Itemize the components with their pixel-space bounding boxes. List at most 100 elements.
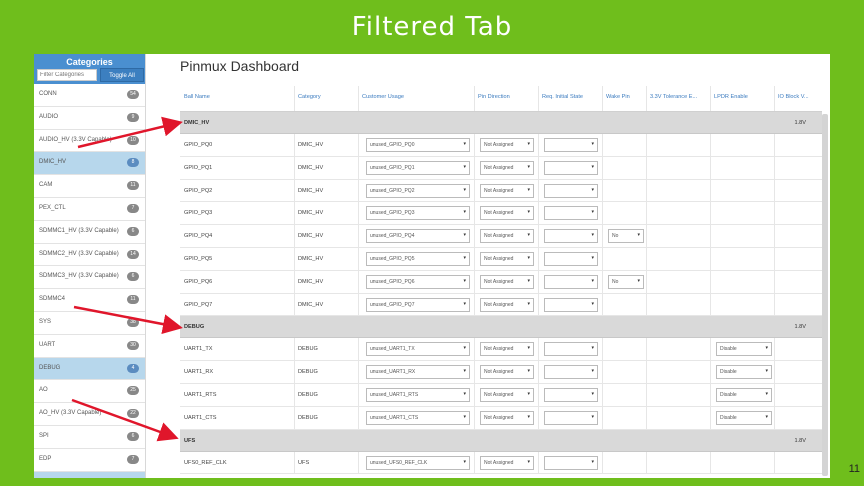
caret-down-icon: ▾ [765,413,768,420]
pin-direction-select[interactable]: Not Assigned ▾ [480,274,534,289]
pin-direction-select[interactable]: Not Assigned ▾ [480,160,534,175]
pin-direction-select-value: Not Assigned [484,414,514,421]
group-name: DMIC_HV [184,120,210,126]
initial-state-select[interactable]: ▾ [544,387,598,402]
pin-direction-select-value: Not Assigned [484,369,514,376]
customer-usage-select[interactable]: unused_GPIO_PQ4 ▾ [366,229,470,244]
sidebar-item[interactable]: DEBUG 4 [34,357,145,381]
customer-usage-select-value: unused_GPIO_PQ1 [370,164,415,171]
category-cell: DEBUG [298,369,318,376]
sidebar-item[interactable]: AO 25 [34,380,145,404]
initial-state-select[interactable]: ▾ [544,455,598,470]
customer-usage-select[interactable]: unused_UART1_CTS ▾ [366,410,470,425]
pin-direction-select[interactable]: Not Assigned ▾ [480,455,534,470]
customer-usage-select[interactable]: unused_GPIO_PQ7 ▾ [366,297,470,312]
ball-name-cell: GPIO_PQ7 [184,301,213,308]
sidebar-header: Categories Toggle All [34,54,145,84]
column-header[interactable]: 3.3V Tolerance E... [650,94,697,100]
pin-direction-select[interactable]: Not Assigned ▾ [480,365,534,380]
sidebar-item[interactable]: DMIC_HV 8 [34,152,145,176]
sidebar-item-label: CAM [39,182,53,189]
customer-usage-select[interactable]: unused_GPIO_PQ2 ▾ [366,183,470,198]
lpdr-enable-select[interactable]: Disable ▾ [716,387,772,402]
pin-direction-select-value: Not Assigned [484,391,514,398]
category-cell: DMIC_HV [298,210,324,217]
pin-direction-select[interactable]: Not Assigned ▾ [480,138,534,152]
customer-usage-select[interactable]: unused_GPIO_PQ0 ▾ [366,138,470,152]
initial-state-select[interactable]: ▾ [544,365,598,380]
column-header[interactable]: Category [298,94,321,100]
wake-pin-select[interactable]: No ▾ [608,229,644,244]
lpdr-enable-select[interactable]: Disable ▾ [716,410,772,425]
sidebar-item[interactable]: PEX_CTL 7 [34,197,145,221]
customer-usage-select[interactable]: unused_GPIO_PQ1 ▾ [366,160,470,175]
wake-pin-select[interactable]: No ▾ [608,274,644,289]
caret-down-icon: ▾ [463,232,466,239]
customer-usage-select[interactable]: unused_UART1_RX ▾ [366,365,470,380]
sidebar-item[interactable]: SDMMC2_HV (3.3V Capable) 14 [34,243,145,267]
customer-usage-select[interactable]: unused_GPIO_PQ5 ▾ [366,251,470,266]
initial-state-select[interactable]: ▾ [544,297,598,312]
initial-state-select[interactable]: ▾ [544,342,598,357]
main-panel: Pinmux Dashboard Ball Name Category Custom… [146,54,830,478]
count-badge: 22 [127,409,139,419]
count-badge: 11 [127,295,139,305]
sidebar-item[interactable]: SDMMC3_HV (3.3V Capable) 6 [34,266,145,290]
pin-direction-select[interactable]: Not Assigned ▾ [480,410,534,425]
category-cell: UFS [298,459,310,466]
sidebar-item[interactable]: AUDIO_HV (3.3V Capable) 10 [34,129,145,153]
pin-direction-select[interactable]: Not Assigned ▾ [480,206,534,221]
column-header[interactable]: Pin Direction [478,94,510,100]
customer-usage-select[interactable]: unused_GPIO_PQ3 ▾ [366,206,470,221]
pin-direction-select[interactable]: Not Assigned ▾ [480,342,534,357]
sidebar-item[interactable]: CONN 54 [34,84,145,107]
sidebar-item[interactable]: SPI 6 [34,425,145,449]
caret-down-icon: ▾ [463,300,466,307]
sidebar-item[interactable]: SDMMC4 11 [34,289,145,312]
sidebar-item[interactable]: UFS1 [34,471,145,478]
column-header[interactable]: Ball Name [184,94,210,100]
column-header[interactable]: IO Block V... [778,94,809,100]
sidebar-item[interactable]: CAM 11 [34,175,145,198]
ball-name-cell: UART1_RTS [184,391,217,398]
initial-state-select[interactable]: ▾ [544,251,598,266]
initial-state-select[interactable]: ▾ [544,138,598,152]
initial-state-select[interactable]: ▾ [544,274,598,289]
filter-categories-input[interactable] [37,69,97,81]
column-header[interactable]: LPDR Enable [714,94,748,100]
customer-usage-select[interactable]: unused_UART1_TX ▾ [366,342,470,357]
sidebar-item[interactable]: AO_HV (3.3V Capable) 22 [34,403,145,426]
pin-direction-select[interactable]: Not Assigned ▾ [480,229,534,244]
pin-direction-select[interactable]: Not Assigned ▾ [480,183,534,198]
column-header[interactable]: Req. Initial State [542,94,583,100]
customer-usage-select[interactable]: unused_UFS0_REF_CLK ▾ [366,455,470,470]
sidebar-item[interactable]: UART 30 [34,334,145,358]
initial-state-select[interactable]: ▾ [544,206,598,221]
sidebar-item-label: AO_HV (3.3V Capable) [39,410,102,417]
sidebar-item[interactable]: SDMMC1_HV (3.3V Capable) 6 [34,220,145,244]
initial-state-select[interactable]: ▾ [544,183,598,198]
customer-usage-select[interactable]: unused_UART1_RTS ▾ [366,387,470,402]
lpdr-enable-select[interactable]: Disable ▾ [716,342,772,357]
table-scrollbar[interactable] [822,114,828,476]
pin-direction-select[interactable]: Not Assigned ▾ [480,251,534,266]
lpdr-enable-select[interactable]: Disable ▾ [716,365,772,380]
column-header[interactable]: Wake Pin [606,94,630,100]
initial-state-select[interactable]: ▾ [544,229,598,244]
customer-usage-select[interactable]: unused_GPIO_PQ6 ▾ [366,274,470,289]
initial-state-select[interactable]: ▾ [544,160,598,175]
initial-state-select[interactable]: ▾ [544,410,598,425]
pin-direction-select[interactable]: Not Assigned ▾ [480,297,534,312]
sidebar-item[interactable]: SYS 38 [34,311,145,335]
caret-down-icon: ▾ [591,232,594,239]
column-header[interactable]: Customer Usage [362,94,404,100]
count-badge: 6 [127,272,139,282]
pin-direction-select[interactable]: Not Assigned ▾ [480,387,534,402]
customer-usage-select-value: unused_GPIO_PQ2 [370,187,415,194]
toggle-all-button[interactable]: Toggle All [100,68,144,82]
sidebar-item[interactable]: EDP 7 [34,448,145,472]
ball-name-cell: UART1_RX [184,369,214,376]
customer-usage-select-value: unused_UART1_RTS [370,391,419,398]
caret-down-icon: ▾ [527,209,530,216]
sidebar-item[interactable]: AUDIO 9 [34,106,145,130]
